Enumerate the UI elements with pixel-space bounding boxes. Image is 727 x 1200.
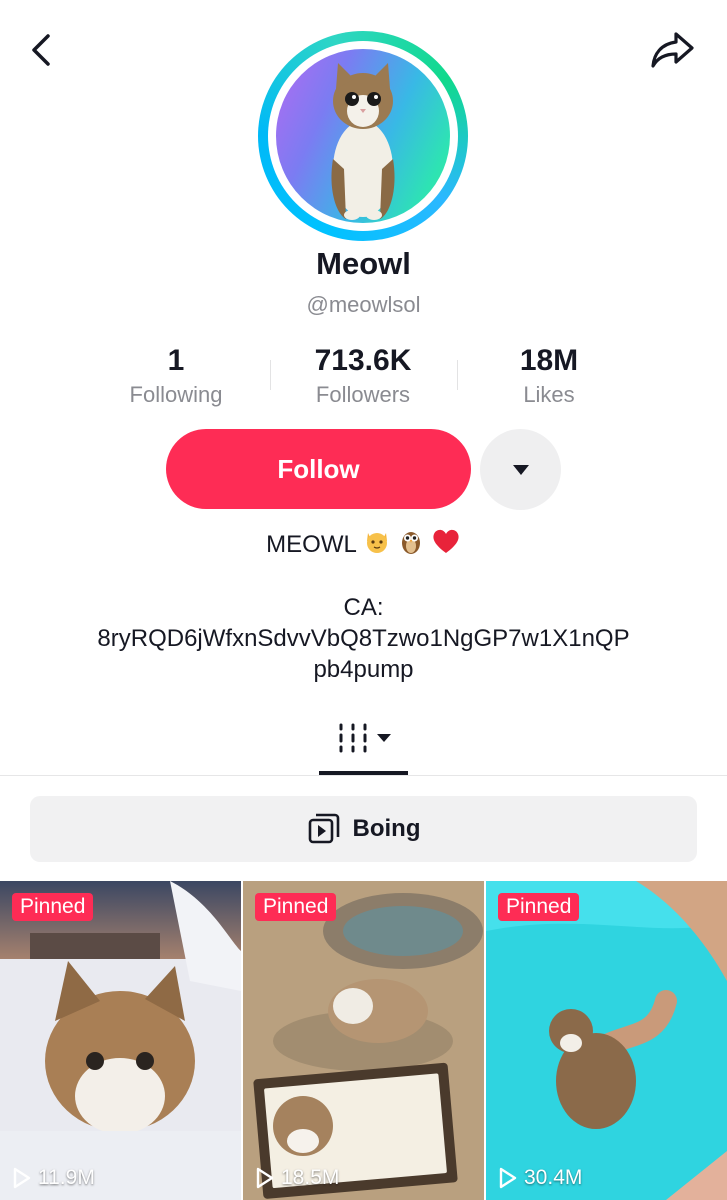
play-icon (13, 1167, 31, 1189)
owl-icon (397, 527, 425, 562)
tab-videos[interactable] (320, 715, 408, 761)
video-thumbnail[interactable]: Pinned 11.9M (0, 881, 241, 1200)
stat-followers[interactable]: 713.6K Followers (273, 344, 453, 408)
likes-count: 18M (519, 344, 579, 377)
stat-divider (457, 360, 458, 390)
chevron-left-icon (32, 34, 50, 66)
caret-down-icon (377, 734, 391, 742)
ca-value-line1: 8ryRQD6jWfxnSdvvVbQ8Tzwo1NgGP7w1X1nQP (97, 625, 630, 652)
username-handle: @meowlsol (306, 292, 421, 317)
caret-down-icon (512, 464, 529, 475)
share-button[interactable] (648, 28, 698, 72)
playlist-icon (308, 813, 339, 844)
share-arrow-icon (651, 32, 694, 68)
bio-line: MEOWL (0, 527, 727, 562)
ca-value-line2: pb4pump (313, 656, 414, 683)
followers-label: Followers (315, 382, 411, 407)
cat-face-icon (363, 527, 391, 562)
view-count: 11.9M (12, 1166, 95, 1190)
video-thumbnail-image (243, 881, 484, 1200)
tab-divider (0, 775, 727, 776)
display-name: Meowl (316, 246, 411, 281)
follow-button[interactable]: Follow (166, 429, 471, 509)
video-thumbnail-image (0, 881, 241, 1200)
red-heart-icon (431, 527, 461, 562)
avatar[interactable] (258, 31, 468, 241)
ca-label: CA: (343, 594, 384, 621)
pinned-badge: Pinned (498, 893, 580, 921)
video-thumbnail[interactable]: Pinned 18.5M (243, 881, 484, 1200)
videos-grid-icon (339, 723, 367, 753)
stat-likes[interactable]: 18M Likes (459, 344, 639, 408)
back-button[interactable] (22, 30, 62, 70)
bio-text: MEOWL (266, 530, 357, 558)
view-count-value: 11.9M (38, 1166, 95, 1189)
view-count-value: 30.4M (524, 1166, 583, 1189)
likes-label: Likes (523, 382, 575, 407)
following-label: Following (129, 382, 223, 407)
bio-contract-address: CA: 8ryRQD6jWfxnSdvvVbQ8Tzwo1NgGP7w1X1nQ… (0, 592, 727, 685)
play-icon (256, 1167, 274, 1189)
pinned-badge: Pinned (255, 893, 337, 921)
stat-divider (270, 360, 271, 390)
video-thumbnail-image (486, 881, 727, 1200)
playlist-label: Boing (352, 815, 421, 842)
view-count-value: 18.5M (281, 1166, 340, 1189)
following-count: 1 (167, 344, 185, 377)
playlist-button[interactable]: Boing (30, 796, 697, 862)
stat-following[interactable]: 1 Following (86, 344, 266, 408)
followers-count: 713.6K (314, 344, 412, 377)
view-count: 30.4M (498, 1166, 582, 1190)
avatar-cat-image (276, 49, 450, 223)
suggested-accounts-button[interactable] (480, 429, 561, 510)
view-count: 18.5M (255, 1166, 339, 1190)
video-thumbnail[interactable]: Pinned 30.4M (486, 881, 727, 1200)
pinned-badge: Pinned (12, 893, 94, 921)
play-icon (499, 1167, 517, 1189)
